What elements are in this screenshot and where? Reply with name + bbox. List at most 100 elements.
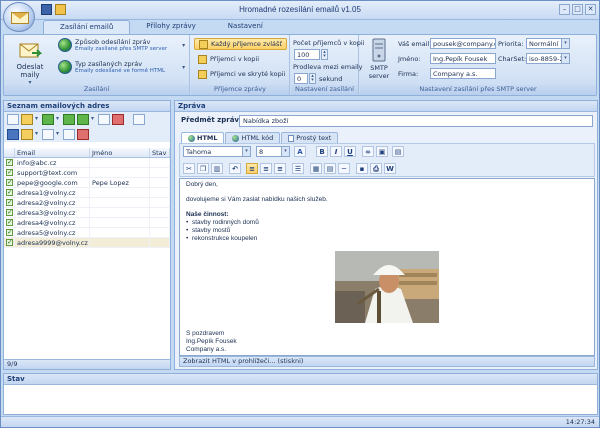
tab-html[interactable]: HTML xyxy=(181,132,225,143)
send-method-label: Způsob odesílání zpráv xyxy=(75,38,151,46)
every-recipient-button[interactable]: Každý příjemce zvlášť xyxy=(194,38,287,50)
delay-field[interactable]: 0 xyxy=(294,73,308,84)
row-checkbox[interactable] xyxy=(4,178,15,187)
align-right-button[interactable]: ≡ xyxy=(274,163,286,174)
word-icon[interactable]: W xyxy=(384,163,396,174)
app-menu-button[interactable] xyxy=(3,2,35,32)
document-icon[interactable]: ▤ xyxy=(392,146,404,157)
export-icon[interactable] xyxy=(77,114,94,125)
font-size-select[interactable]: 8 ▾ xyxy=(256,146,290,157)
table-row[interactable]: info@abc.cz xyxy=(4,158,170,168)
row-checkbox[interactable] xyxy=(4,188,15,197)
group-recipients: Každý příjemce zvlášť Příjemci v kopii P… xyxy=(191,35,290,95)
sender-name-field[interactable]: Ing.Pepík Fousek xyxy=(430,53,496,64)
undo-icon[interactable]: ↶ xyxy=(229,163,241,174)
hidden-recipients-button[interactable]: Příjemci ve skryté kopii xyxy=(194,68,289,80)
add-address-icon[interactable] xyxy=(42,114,59,125)
smtp-server-button[interactable]: SMTP server xyxy=(364,38,394,80)
send-method-button[interactable]: Způsob odesílání zpráv Emaily zasílané p… xyxy=(58,38,185,52)
chevron-down-icon: ▾ xyxy=(182,63,186,71)
bold-button[interactable]: B xyxy=(316,146,328,157)
check-all-icon[interactable] xyxy=(42,129,59,140)
row-name xyxy=(90,238,150,247)
print-icon[interactable]: ⎙ xyxy=(370,163,382,174)
save-icon[interactable]: ▪ xyxy=(356,163,368,174)
subject-input[interactable]: Nabídka zboží xyxy=(239,115,593,127)
insert-link-icon[interactable]: ∞ xyxy=(362,146,374,157)
save-list-icon[interactable] xyxy=(7,129,19,140)
tab-prilohy[interactable]: Přílohy zprávy xyxy=(130,20,212,34)
close-button[interactable]: ✕ xyxy=(585,4,596,15)
table-row[interactable]: adresa5@volny.cz xyxy=(4,228,170,238)
col-email[interactable]: Email xyxy=(15,148,90,157)
rule-icon[interactable]: ─ xyxy=(338,163,350,174)
open-list-icon[interactable] xyxy=(21,114,38,125)
table-row[interactable]: pepe@google.comPepe Lopez xyxy=(4,178,170,188)
table-row[interactable]: adresa9999@volny.cz xyxy=(4,238,170,248)
count-spinner[interactable]: ▴ ▾ xyxy=(321,49,328,60)
insert-picture-icon[interactable]: ▦ xyxy=(310,163,322,174)
count-field[interactable]: 100 xyxy=(294,49,320,60)
copy-recipients-button[interactable]: Příjemci v kopii xyxy=(194,53,263,65)
insert-image-icon[interactable]: ▣ xyxy=(376,146,388,157)
font-name-select[interactable]: Tahoma ▾ xyxy=(183,146,251,157)
row-email: adresa5@volny.cz xyxy=(15,228,90,237)
message-editor[interactable]: Dobrý den, dovolujeme si Vám zaslat nabí… xyxy=(179,178,595,356)
search-replace-icon[interactable] xyxy=(77,129,89,140)
sender-email-field[interactable]: pousek@company.co xyxy=(430,38,496,49)
message-panel: Zpráva Předmět zprávy: Nabídka zboží HTM… xyxy=(174,100,598,370)
tab-zasilani[interactable]: Zasílání emailů xyxy=(43,20,131,34)
col-name[interactable]: Jméno xyxy=(90,148,150,157)
table-row[interactable]: support@text.com xyxy=(4,168,170,178)
delay-spinner[interactable]: ▴ ▾ xyxy=(309,73,316,84)
checkbox-checked-icon xyxy=(6,218,13,227)
cut-icon[interactable]: ✂ xyxy=(183,163,195,174)
show-in-browser-link[interactable]: Zobrazit HTML v prohlížeči... (stiskni) xyxy=(179,356,595,367)
charset-select[interactable]: iso-8859-2 ▾ xyxy=(526,53,570,64)
paste-icon[interactable]: ▥ xyxy=(211,163,223,174)
table-icon[interactable]: ▤ xyxy=(324,163,336,174)
group-caption-smtp: Nastavení zasílání přes SMTP server xyxy=(360,85,596,95)
search-icon[interactable] xyxy=(63,129,75,140)
import-icon[interactable] xyxy=(63,114,75,125)
folder-icon[interactable] xyxy=(21,129,38,140)
minimize-button[interactable]: – xyxy=(559,4,570,15)
row-checkbox[interactable] xyxy=(4,168,15,177)
edit-address-icon[interactable] xyxy=(98,114,110,125)
italic-button[interactable]: I xyxy=(330,146,342,157)
table-row[interactable]: adresa2@volny.cz xyxy=(4,198,170,208)
row-checkbox[interactable] xyxy=(4,228,15,237)
tab-nastaveni[interactable]: Nastavení xyxy=(212,20,279,34)
row-checkbox[interactable] xyxy=(4,218,15,227)
col-status[interactable]: Stav xyxy=(150,148,170,157)
underline-button[interactable]: U xyxy=(344,146,356,157)
table-row[interactable]: adresa1@volny.cz xyxy=(4,188,170,198)
new-list-icon[interactable] xyxy=(7,114,19,125)
copy-icon[interactable]: ❐ xyxy=(197,163,209,174)
priority-select[interactable]: Normální ▾ xyxy=(526,38,570,49)
align-center-button[interactable]: ≡ xyxy=(260,163,272,174)
tab-plain-text[interactable]: Prostý text xyxy=(281,132,339,143)
document-icon[interactable] xyxy=(133,114,145,125)
row-checkbox[interactable] xyxy=(4,208,15,217)
list-item: stavby mostů xyxy=(186,227,588,235)
maximize-button[interactable]: □ xyxy=(572,4,583,15)
table-row[interactable]: adresa4@volny.cz xyxy=(4,218,170,228)
row-checkbox[interactable] xyxy=(4,158,15,167)
row-checkbox[interactable] xyxy=(4,238,15,247)
sender-company-field[interactable]: Company a.s. xyxy=(430,68,496,79)
bullet-list-button[interactable]: ☰ xyxy=(292,163,304,174)
window-title: Hromadné rozesílání emailů v1.05 xyxy=(239,5,361,14)
message-type-button[interactable]: Typ zasílaných zpráv Emaily odesílané ve… xyxy=(58,60,185,74)
font-size-value: 8 xyxy=(259,148,264,156)
row-email: adresa2@volny.cz xyxy=(15,198,90,207)
row-checkbox[interactable] xyxy=(4,198,15,207)
align-left-button[interactable]: ≡ xyxy=(246,163,258,174)
globe-icon xyxy=(58,60,72,74)
delete-address-icon[interactable] xyxy=(112,114,124,125)
table-row[interactable]: adresa3@volny.cz xyxy=(4,208,170,218)
font-color-button[interactable]: A xyxy=(294,146,306,157)
send-mails-button[interactable]: Odeslat maily ▾ xyxy=(7,39,53,86)
charset-value: iso-8859-2 xyxy=(529,55,564,63)
tab-html-code[interactable]: HTML kód xyxy=(225,132,281,143)
